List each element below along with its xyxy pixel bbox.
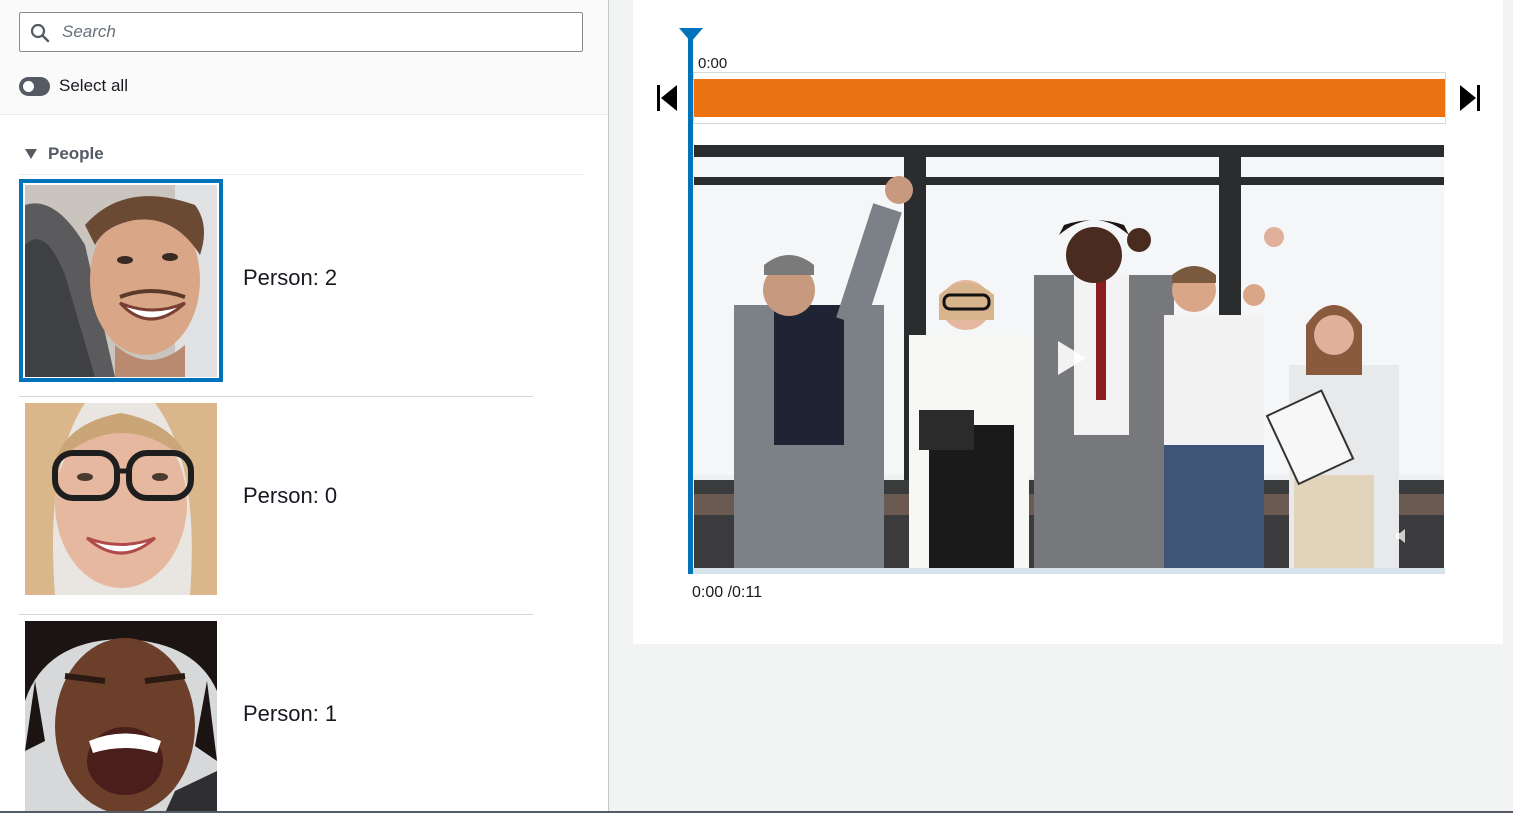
skip-back-icon[interactable]	[656, 84, 678, 112]
playback-time: 0:00 /0:11	[692, 584, 762, 601]
playhead-line[interactable]	[688, 38, 693, 574]
select-all-toggle-row[interactable]: Select all	[19, 74, 128, 98]
person-face-image	[25, 403, 217, 595]
people-panel: Select all People	[0, 0, 609, 811]
person-item[interactable]: Person: 1	[19, 615, 533, 811]
video-progress-border	[693, 568, 1445, 574]
person-item[interactable]: Person: 2	[19, 179, 533, 397]
person-label: Person: 0	[243, 483, 338, 508]
people-section-title: People	[48, 144, 104, 163]
search-input[interactable]	[60, 17, 570, 47]
person-thumbnail-frame[interactable]	[19, 179, 223, 382]
skip-forward-icon[interactable]	[1459, 84, 1481, 112]
caret-down-icon	[25, 149, 37, 159]
person-thumbnail-frame[interactable]	[19, 615, 223, 811]
video-preview[interactable]	[694, 145, 1444, 568]
select-all-toggle[interactable]	[19, 76, 50, 96]
filter-header: Select all	[0, 0, 608, 115]
timeline-track[interactable]	[693, 72, 1446, 124]
person-appearance-segment[interactable]	[694, 79, 1445, 117]
person-item[interactable]: Person: 0	[19, 397, 533, 615]
person-label: Person: 2	[243, 265, 338, 290]
timeline-start-time: 0:00	[698, 55, 728, 72]
person-thumbnail-frame[interactable]	[19, 397, 223, 600]
search-icon	[30, 23, 50, 43]
volume-icon[interactable]	[1394, 527, 1412, 545]
play-icon[interactable]	[1046, 335, 1092, 381]
person-label: Person: 1	[243, 701, 338, 726]
search-box[interactable]	[19, 12, 583, 52]
person-face-image	[25, 185, 217, 377]
toggle-knob	[23, 80, 34, 92]
person-face-image	[25, 621, 217, 811]
people-section-header[interactable]: People	[19, 140, 583, 175]
select-all-label: Select all	[59, 76, 128, 95]
